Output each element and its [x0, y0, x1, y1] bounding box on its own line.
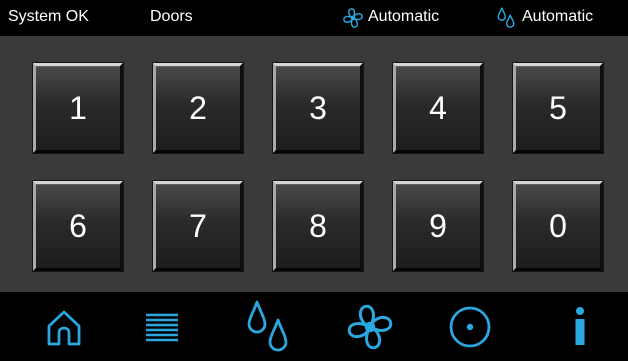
fan-icon	[343, 8, 363, 28]
info-icon	[575, 306, 585, 345]
nav-info-button[interactable]	[530, 292, 628, 361]
circle-dot-icon	[449, 306, 491, 347]
key-label: 1	[69, 89, 87, 126]
numeric-keypad: 1 2 3 4 5 6 7 8 9 0	[0, 36, 628, 292]
doors-label: Doors	[150, 8, 193, 25]
key-label: 7	[189, 207, 207, 244]
key-label: 8	[309, 207, 327, 244]
key-3[interactable]: 3	[273, 63, 363, 153]
nav-circle-button[interactable]	[420, 292, 520, 361]
key-label: 3	[309, 89, 327, 126]
key-0[interactable]: 0	[513, 181, 603, 271]
key-label: 4	[429, 89, 447, 126]
key-4[interactable]: 4	[393, 63, 483, 153]
key-7[interactable]: 7	[153, 181, 243, 271]
bottom-nav	[0, 292, 628, 361]
nav-humidity-button[interactable]	[218, 292, 318, 361]
key-8[interactable]: 8	[273, 181, 363, 271]
nav-fan-button[interactable]	[320, 292, 420, 361]
key-2[interactable]: 2	[153, 63, 243, 153]
fan-mode-label: Automatic	[368, 8, 440, 25]
fan-icon	[347, 304, 393, 349]
nav-home-button[interactable]	[14, 292, 114, 361]
key-label: 6	[69, 207, 87, 244]
key-label: 5	[549, 89, 567, 126]
home-icon	[47, 310, 81, 345]
key-label: 9	[429, 207, 447, 244]
menu-lines-icon	[146, 313, 178, 341]
water-drops-icon	[247, 300, 288, 351]
water-drops-icon	[497, 7, 515, 28]
key-9[interactable]: 9	[393, 181, 483, 271]
key-label: 2	[189, 89, 207, 126]
status-bar: System OK Doors Automatic Automatic	[0, 0, 628, 36]
humidity-mode-label: Automatic	[522, 8, 594, 25]
nav-menu-button[interactable]	[112, 292, 212, 361]
system-status-text: System OK	[8, 8, 89, 25]
key-6[interactable]: 6	[33, 181, 123, 271]
key-5[interactable]: 5	[513, 63, 603, 153]
key-1[interactable]: 1	[33, 63, 123, 153]
key-label: 0	[549, 207, 567, 244]
keypad-screen: System OK Doors Automatic Automatic 1 2 …	[0, 0, 628, 361]
